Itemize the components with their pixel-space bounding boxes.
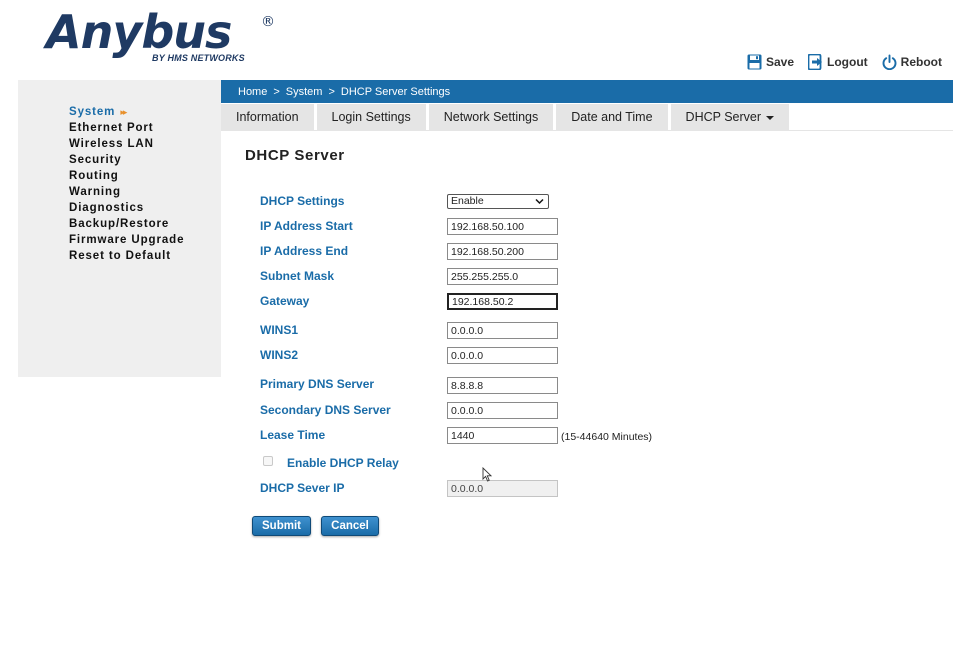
reboot-label: Reboot	[900, 55, 942, 69]
lease-time-hint: (15-44640 Minutes)	[561, 431, 653, 443]
ip-start-label: IP Address Start	[260, 219, 353, 233]
tab-information[interactable]: Information	[221, 104, 314, 130]
lease-time-label: Lease Time	[260, 428, 326, 442]
sidebar-item-security[interactable]: Security	[69, 152, 221, 168]
logout-icon	[808, 54, 823, 70]
save-label: Save	[765, 55, 795, 69]
breadcrumb: Home > System > DHCP Server Settings	[221, 80, 953, 103]
sidebar-item-warning[interactable]: Warning	[69, 184, 221, 200]
enable-dhcp-relay-label: Enable DHCP Relay	[287, 456, 399, 470]
chevron-down-icon	[535, 197, 544, 210]
dhcp-settings-select[interactable]: Enable	[447, 194, 549, 209]
breadcrumb-current: DHCP Server Settings	[340, 85, 451, 98]
breadcrumb-home[interactable]: Home	[238, 86, 267, 98]
active-arrow-icon: ▸▸	[120, 107, 127, 117]
logout-label: Logout	[827, 55, 868, 69]
secondary-dns-label: Secondary DNS Server	[260, 403, 391, 417]
submit-button[interactable]: Submit	[252, 516, 311, 536]
primary-dns-input[interactable]	[447, 377, 558, 394]
ip-end-input[interactable]	[447, 243, 558, 260]
reboot-button[interactable]: Reboot	[882, 54, 942, 70]
enable-dhcp-relay-checkbox[interactable]	[263, 456, 273, 466]
gateway-label: Gateway	[260, 294, 310, 308]
gateway-input[interactable]	[447, 293, 558, 310]
page-title: DHCP Server	[245, 147, 345, 164]
tab-bar: Information Login Settings Network Setti…	[221, 104, 790, 130]
primary-dns-label: Primary DNS Server	[260, 377, 375, 391]
secondary-dns-input[interactable]	[447, 402, 558, 419]
sidebar-item-wireless-lan[interactable]: Wireless LAN	[69, 136, 221, 152]
subnet-mask-label: Subnet Mask	[260, 269, 335, 283]
power-icon	[882, 54, 897, 70]
anybus-logo: Anybus ® BY HMS NETWORKS	[46, 5, 286, 66]
mouse-cursor-icon	[482, 466, 493, 487]
logout-button[interactable]: Logout	[808, 54, 868, 70]
sidebar-item-firmware-upgrade[interactable]: Firmware Upgrade	[69, 232, 221, 248]
dhcp-settings-label: DHCP Settings	[260, 194, 345, 208]
sidebar-item-system[interactable]: System ▸▸	[69, 104, 221, 120]
save-icon	[747, 54, 762, 70]
lease-time-input[interactable]	[447, 427, 558, 444]
wins1-input[interactable]	[447, 322, 558, 339]
logo-subtitle: BY HMS NETWORKS	[152, 53, 245, 63]
wins1-label: WINS1	[260, 323, 299, 337]
logo-registered-mark: ®	[261, 14, 275, 30]
ip-end-label: IP Address End	[260, 244, 349, 258]
breadcrumb-separator: >	[273, 85, 280, 98]
wins2-label: WINS2	[260, 348, 299, 362]
top-actions: Save Logout Reboot	[747, 54, 942, 70]
sidebar-item-reset-to-default[interactable]: Reset to Default	[69, 248, 221, 264]
wins2-input[interactable]	[447, 347, 558, 364]
tab-network-settings[interactable]: Network Settings	[428, 104, 554, 130]
sidebar-item-diagnostics[interactable]: Diagnostics	[69, 200, 221, 216]
sidebar-menu: System ▸▸ Ethernet Port Wireless LAN Secu…	[18, 80, 221, 264]
tab-dhcp-server[interactable]: DHCP Server	[670, 104, 790, 130]
tab-date-and-time[interactable]: Date and Time	[556, 104, 668, 130]
dhcp-server-ip-input	[447, 480, 558, 497]
save-button[interactable]: Save	[747, 54, 794, 70]
ip-start-input[interactable]	[447, 218, 558, 235]
caret-down-icon	[766, 115, 775, 120]
sidebar-item-routing[interactable]: Routing	[69, 168, 221, 184]
subnet-mask-input[interactable]	[447, 268, 558, 285]
dhcp-server-ip-label: DHCP Sever IP	[260, 481, 345, 495]
sidebar: System ▸▸ Ethernet Port Wireless LAN Secu…	[18, 80, 221, 377]
breadcrumb-system[interactable]: System	[286, 86, 323, 98]
tab-login-settings[interactable]: Login Settings	[316, 104, 426, 130]
tab-divider	[221, 130, 953, 131]
breadcrumb-separator: >	[328, 85, 335, 98]
logo-wordmark: Anybus	[46, 5, 232, 59]
sidebar-item-backup-restore[interactable]: Backup/Restore	[69, 216, 221, 232]
cancel-button[interactable]: Cancel	[321, 516, 379, 536]
sidebar-item-ethernet-port[interactable]: Ethernet Port	[69, 120, 221, 136]
